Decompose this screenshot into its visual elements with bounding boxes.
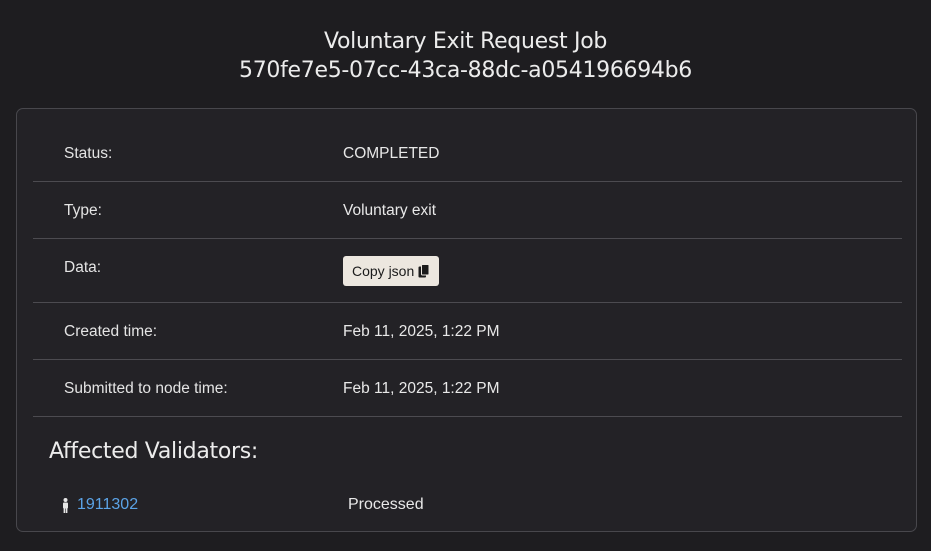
copy-json-button-label: Copy json <box>352 263 415 279</box>
type-label: Type: <box>64 202 102 219</box>
page-title-line1: Voluntary Exit Request Job <box>323 29 608 54</box>
data-row: Data: Copy json <box>33 239 902 303</box>
data-label: Data: <box>64 259 102 276</box>
page-title: Voluntary Exit Request Job 570fe7e5-07cc… <box>0 27 931 85</box>
status-value: COMPLETED <box>343 145 440 162</box>
copy-json-button[interactable]: Copy json <box>343 256 440 286</box>
validator-status: Processed <box>348 496 424 513</box>
created-time-row: Created time: Feb 11, 2025, 1:22 PM <box>33 303 902 360</box>
type-value: Voluntary exit <box>343 202 437 219</box>
validator-link[interactable]: 1911302 <box>77 496 138 514</box>
status-row: Status: COMPLETED <box>33 125 902 182</box>
copy-icon <box>418 264 430 278</box>
created-time-value: Feb 11, 2025, 1:22 PM <box>343 323 500 340</box>
page: Voluntary Exit Request Job 570fe7e5-07cc… <box>0 0 931 551</box>
type-row: Type: Voluntary exit <box>33 182 902 239</box>
submitted-time-value: Feb 11, 2025, 1:22 PM <box>343 380 500 397</box>
status-label: Status: <box>64 145 113 162</box>
affected-validators-title: Affected Validators: <box>49 439 259 464</box>
person-icon <box>62 497 69 513</box>
submitted-time-label: Submitted to node time: <box>64 380 228 397</box>
job-id: 570fe7e5-07cc-43ca-88dc-a054196694b6 <box>239 58 692 83</box>
submitted-time-row: Submitted to node time: Feb 11, 2025, 1:… <box>33 360 902 417</box>
job-details-card: Status: COMPLETED Type: Voluntary exit D… <box>16 108 917 532</box>
validator-item: 1911302 <box>62 496 138 514</box>
created-time-label: Created time: <box>64 323 158 340</box>
